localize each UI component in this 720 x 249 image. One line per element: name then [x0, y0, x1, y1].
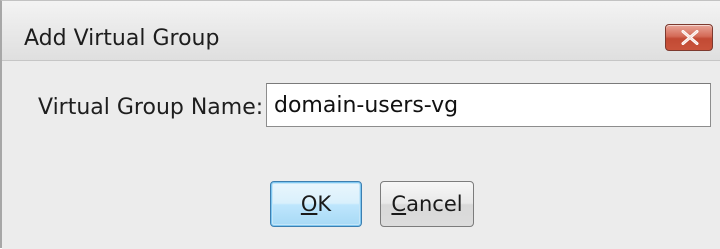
cancel-mnemonic: C — [391, 192, 407, 216]
cancel-button[interactable]: Cancel — [380, 181, 474, 227]
title-bar[interactable]: Add Virtual Group — [2, 1, 720, 61]
ok-label-rest: K — [317, 192, 332, 216]
virtual-group-name-input[interactable] — [266, 83, 711, 127]
ok-button[interactable]: OK — [270, 181, 362, 227]
virtual-group-name-label: Virtual Group Name: — [38, 95, 264, 120]
close-button[interactable] — [665, 24, 713, 51]
add-virtual-group-dialog: Add Virtual Group Virtual Group Name: OK… — [0, 0, 720, 249]
ok-mnemonic: O — [300, 192, 318, 216]
dialog-title: Add Virtual Group — [24, 26, 220, 51]
cancel-label-rest: ancel — [406, 192, 463, 216]
close-icon — [681, 30, 699, 45]
